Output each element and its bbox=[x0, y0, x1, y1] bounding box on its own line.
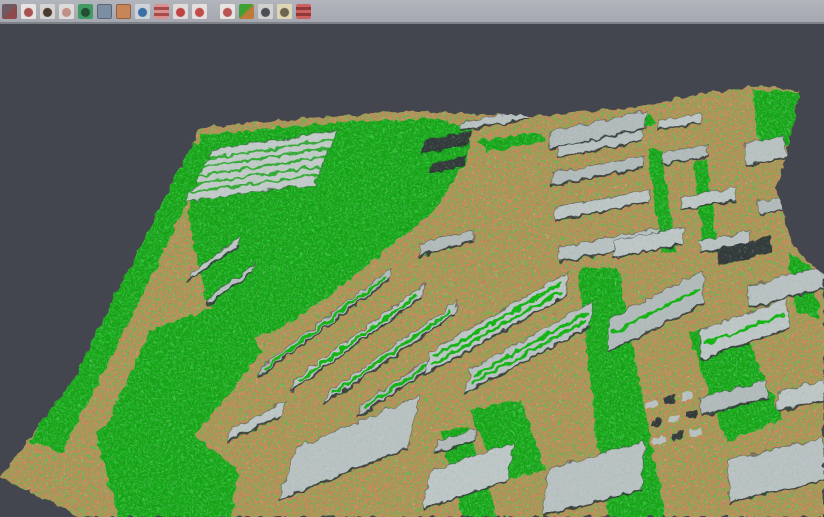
tool-button-9[interactable] bbox=[154, 4, 169, 19]
sphere-view-icon bbox=[258, 4, 273, 19]
classify-map-icon bbox=[239, 4, 254, 19]
terrain-model bbox=[0, 0, 824, 517]
open-file-icon bbox=[2, 4, 17, 19]
tool-button-16[interactable] bbox=[296, 4, 311, 19]
tool-button-11[interactable] bbox=[192, 4, 207, 19]
main-toolbar bbox=[0, 0, 824, 24]
application-window bbox=[0, 0, 824, 517]
globe-sync-icon bbox=[135, 4, 150, 19]
tin-mountain-icon bbox=[40, 4, 55, 19]
red-layers-icon bbox=[154, 4, 169, 19]
red-ring-icon bbox=[173, 4, 188, 19]
tool-button-10[interactable] bbox=[173, 4, 188, 19]
point-cloud-icon bbox=[21, 4, 36, 19]
tool-button-1[interactable] bbox=[2, 4, 17, 19]
noise-green-top bbox=[0, 0, 824, 517]
tool-button-6[interactable] bbox=[97, 4, 112, 19]
tool-button-7[interactable] bbox=[116, 4, 131, 19]
profile-tool-icon bbox=[97, 4, 112, 19]
scene-svg bbox=[0, 0, 824, 517]
tool-button-8[interactable] bbox=[135, 4, 150, 19]
sparse-points-icon bbox=[59, 4, 74, 19]
tool-button-5[interactable] bbox=[78, 4, 93, 19]
tool-button-3[interactable] bbox=[40, 4, 55, 19]
viewport-3d[interactable] bbox=[0, 24, 824, 517]
ortho-image-icon bbox=[116, 4, 131, 19]
grid-select-icon bbox=[220, 4, 235, 19]
flag-bars-icon bbox=[296, 4, 311, 19]
tool-button-13[interactable] bbox=[239, 4, 254, 19]
terrain-surface-icon bbox=[78, 4, 93, 19]
tool-button-14[interactable] bbox=[258, 4, 273, 19]
matrix-table-icon bbox=[277, 4, 292, 19]
tool-button-15[interactable] bbox=[277, 4, 292, 19]
tool-button-2[interactable] bbox=[21, 4, 36, 19]
tool-button-4[interactable] bbox=[59, 4, 74, 19]
clip-corners-icon bbox=[192, 4, 207, 19]
tool-button-12[interactable] bbox=[220, 4, 235, 19]
